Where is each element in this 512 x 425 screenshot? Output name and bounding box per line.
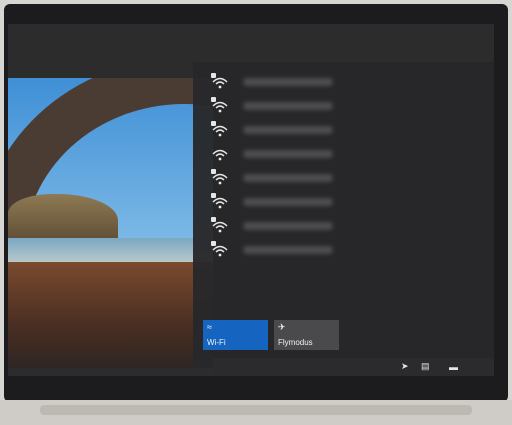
taskbar: ➤ ▤ ▬ [213, 358, 494, 376]
network-name-blurred [243, 126, 333, 134]
network-flyout: ≈ Wi-Fi ✈ Flymodus [193, 62, 494, 368]
wifi-toggle-label: Wi-Fi [207, 338, 226, 347]
network-item[interactable] [211, 216, 461, 236]
network-name-blurred [243, 222, 333, 230]
wifi-secured-icon [211, 241, 229, 259]
wifi-icon: ≈ [207, 322, 212, 332]
network-tray-icon[interactable]: ▤ [421, 361, 430, 372]
network-name-blurred [243, 174, 333, 182]
cursor-icon: ➤ [401, 361, 409, 371]
network-name-blurred [243, 246, 333, 254]
network-name-blurred [243, 150, 333, 158]
screen: ≈ Wi-Fi ✈ Flymodus ➤ ▤ ▬ [8, 24, 494, 376]
airplane-mode-button[interactable]: ✈ Flymodus [274, 320, 339, 350]
network-name-blurred [243, 102, 333, 110]
quick-actions: ≈ Wi-Fi ✈ Flymodus [203, 320, 339, 350]
network-name-blurred [243, 198, 333, 206]
desktop-wallpaper [8, 78, 213, 368]
airplane-icon: ✈ [278, 322, 286, 332]
wifi-secured-icon [211, 193, 229, 211]
wifi-secured-icon [211, 73, 229, 91]
wifi-secured-icon [211, 121, 229, 139]
network-item[interactable] [211, 240, 461, 260]
network-item[interactable] [211, 144, 461, 164]
wifi-secured-icon [211, 217, 229, 235]
network-item[interactable] [211, 96, 461, 116]
wifi-secured-icon [211, 169, 229, 187]
network-name-blurred [243, 78, 333, 86]
wifi-secured-icon [211, 97, 229, 115]
network-item[interactable] [211, 192, 461, 212]
wifi-signal-icon [211, 145, 229, 163]
network-item[interactable] [211, 120, 461, 140]
wifi-toggle-button[interactable]: ≈ Wi-Fi [203, 320, 268, 350]
network-item[interactable] [211, 168, 461, 188]
battery-icon[interactable]: ▬ [449, 362, 458, 372]
network-item[interactable] [211, 72, 461, 92]
airplane-mode-label: Flymodus [278, 338, 313, 347]
laptop-hinge [40, 405, 472, 415]
